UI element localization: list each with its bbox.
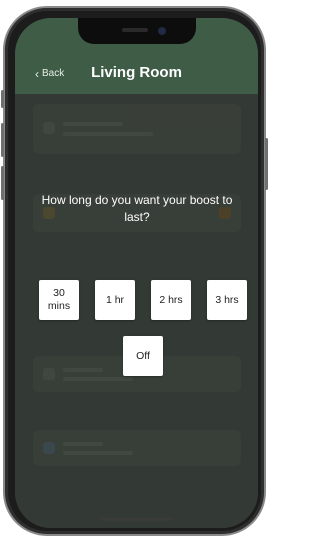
option-label: 1 hr	[105, 293, 125, 306]
volume-up-button	[1, 123, 4, 157]
option-label: Off	[136, 349, 150, 362]
option-label: 3 hrs	[215, 293, 239, 306]
mute-switch	[1, 90, 4, 108]
option-label: 30 mins	[47, 287, 71, 312]
boost-question: How long do you want your boost to last?	[41, 193, 233, 224]
volume-down-button	[1, 166, 4, 200]
page-title: Living Room	[91, 64, 182, 81]
home-indicator[interactable]	[101, 518, 173, 521]
option-1-hr-button[interactable]: 1 hr	[95, 280, 135, 320]
phone-frame: ‹ Back Living Room How long do you want …	[1, 6, 268, 536]
speaker	[122, 28, 148, 32]
power-button	[265, 138, 268, 190]
option-label: 2 hrs	[159, 293, 183, 306]
screen: ‹ Back Living Room How long do you want …	[15, 18, 258, 528]
option-off-button[interactable]: Off	[123, 336, 163, 376]
notch	[78, 18, 196, 44]
option-2-hrs-button[interactable]: 2 hrs	[151, 280, 191, 320]
option-30-mins-button[interactable]: 30 mins	[39, 280, 79, 320]
camera	[158, 27, 166, 35]
option-3-hrs-button[interactable]: 3 hrs	[207, 280, 247, 320]
